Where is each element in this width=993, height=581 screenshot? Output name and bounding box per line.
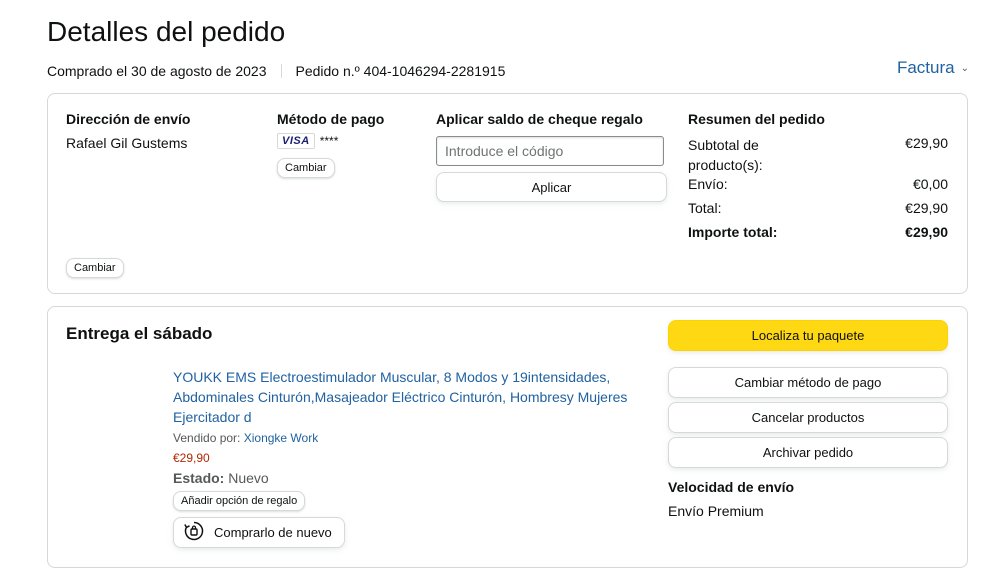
shipping-address-heading: Dirección de envío bbox=[66, 111, 191, 127]
summary-value: €29,90 bbox=[905, 135, 948, 151]
gift-card-heading: Aplicar saldo de cheque regalo bbox=[436, 111, 643, 127]
summary-value: €29,90 bbox=[905, 200, 948, 216]
product-price: €29,90 bbox=[173, 451, 210, 465]
visa-card-icon: VISA bbox=[277, 133, 315, 149]
invoice-label: Factura bbox=[896, 58, 955, 77]
order-meta: Comprado el 30 de agosto de 2023 Pedido … bbox=[47, 63, 505, 79]
buy-again-icon bbox=[182, 519, 206, 546]
summary-label: Subtotal de producto(s): bbox=[688, 137, 763, 173]
buy-again-label: Comprarlo de nuevo bbox=[214, 525, 332, 540]
track-package-button[interactable]: Localiza tu paquete bbox=[668, 320, 948, 351]
card-mask: **** bbox=[319, 134, 339, 148]
invoice-dropdown[interactable]: Factura ⌄ bbox=[897, 58, 969, 78]
summary-row-total: Total: €29,90 bbox=[688, 200, 948, 216]
product-title-link[interactable]: YOUKK EMS Electroestimulador Muscular, 8… bbox=[173, 367, 643, 427]
apply-gift-button[interactable]: Aplicar bbox=[436, 172, 667, 202]
buy-again-button[interactable]: Comprarlo de nuevo bbox=[173, 517, 345, 548]
summary-row-shipping: Envío: €0,00 bbox=[688, 176, 948, 192]
change-address-button[interactable]: Cambiar bbox=[66, 258, 124, 278]
add-gift-option-button[interactable]: Añadir opción de regalo bbox=[173, 491, 306, 511]
status-label: Estado: bbox=[173, 470, 225, 486]
chevron-down-icon: ⌄ bbox=[960, 62, 969, 74]
cancel-items-button[interactable]: Cancelar productos bbox=[668, 402, 948, 433]
product-status: Estado: Nuevo bbox=[173, 470, 269, 486]
seller-link[interactable]: Xiongke Work bbox=[244, 431, 318, 445]
sold-by: Vendido por: Xiongke Work bbox=[173, 431, 318, 445]
delivery-card: Entrega el sábado YOUKK EMS Electroestim… bbox=[47, 306, 968, 568]
order-summary-card: Dirección de envío Rafael Gil Gustems Ca… bbox=[47, 93, 968, 294]
payment-card: VISA **** bbox=[277, 133, 338, 149]
delivery-heading: Entrega el sábado bbox=[66, 324, 213, 343]
order-number: Pedido n.º 404-1046294-2281915 bbox=[295, 63, 506, 79]
shipping-speed-value: Envío Premium bbox=[668, 503, 764, 519]
shipping-speed-heading: Velocidad de envío bbox=[668, 479, 795, 495]
archive-order-button[interactable]: Archivar pedido bbox=[668, 437, 948, 468]
change-payment-method-button[interactable]: Cambiar método de pago bbox=[668, 367, 948, 398]
summary-row-subtotal: Subtotal de producto(s): €29,90 bbox=[688, 135, 948, 175]
order-summary-heading: Resumen del pedido bbox=[688, 111, 825, 127]
page-title: Detalles del pedido bbox=[47, 16, 286, 47]
sold-by-label: Vendido por: bbox=[173, 431, 241, 445]
purchase-date: Comprado el 30 de agosto de 2023 bbox=[47, 63, 267, 79]
gift-code-input[interactable]: Introduce el código bbox=[436, 136, 664, 166]
summary-value: €29,90 bbox=[905, 224, 948, 240]
summary-value: €0,00 bbox=[912, 176, 948, 192]
payment-method-heading: Método de pago bbox=[277, 111, 385, 127]
summary-label: Envío: bbox=[688, 176, 728, 192]
status-value: Nuevo bbox=[228, 470, 269, 486]
summary-row-grand-total: Importe total: €29,90 bbox=[688, 224, 948, 240]
change-payment-button[interactable]: Cambiar bbox=[277, 158, 335, 178]
shipping-name: Rafael Gil Gustems bbox=[66, 135, 188, 151]
divider bbox=[280, 64, 282, 78]
